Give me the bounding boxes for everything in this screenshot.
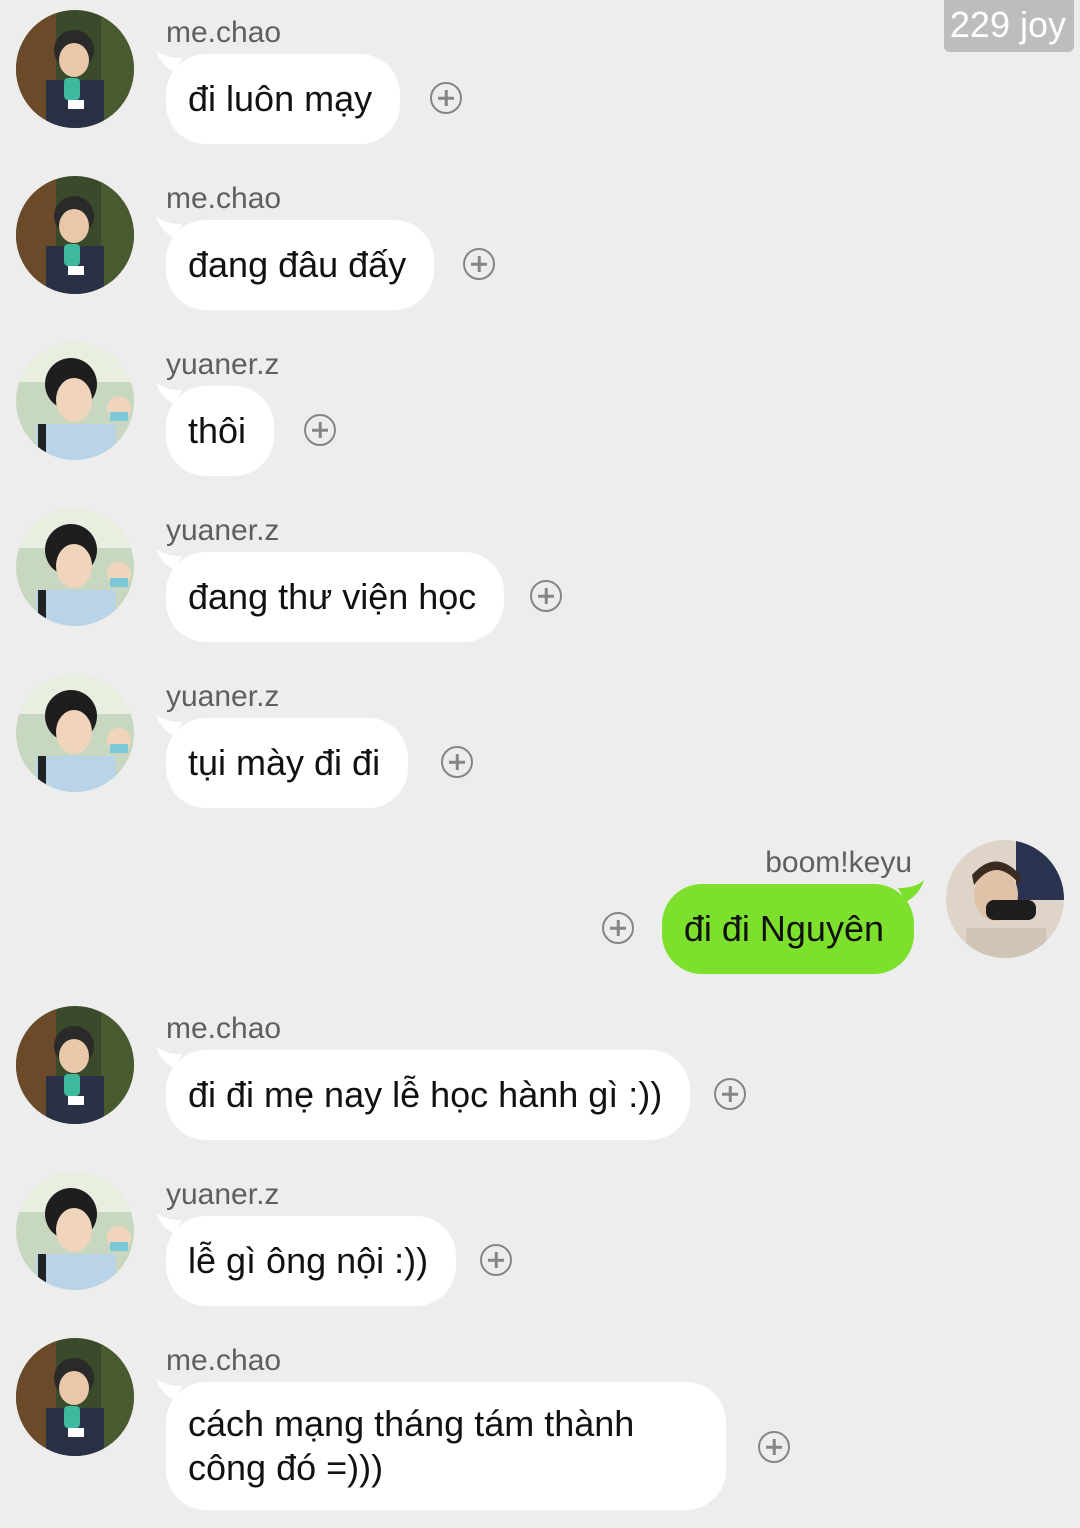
add-reaction-icon[interactable]	[304, 414, 336, 446]
message-text: tụi mày đi đi	[188, 742, 381, 783]
sender-name: yuaner.z	[166, 514, 280, 547]
bubble-tail-icon	[156, 1046, 182, 1068]
bubble-tail-icon	[156, 548, 182, 570]
avatar[interactable]	[16, 176, 134, 294]
bubble-tail-icon	[156, 1212, 182, 1234]
add-reaction-icon[interactable]	[430, 82, 462, 114]
avatar[interactable]	[16, 342, 134, 460]
sender-name: me.chao	[166, 1344, 282, 1377]
message-bubble[interactable]: đi đi mẹ nay lễ học hành gì :))	[156, 1046, 691, 1140]
add-reaction-icon[interactable]	[714, 1078, 746, 1110]
sender-name: me.chao	[166, 1012, 282, 1045]
bubble-tail-icon	[156, 50, 182, 72]
sender-name: me.chao	[166, 16, 282, 49]
bubble-tail-icon	[156, 1378, 182, 1400]
add-reaction-icon[interactable]	[530, 580, 562, 612]
sender-name: me.chao	[166, 182, 282, 215]
sender-name: yuaner.z	[166, 348, 280, 381]
message-text: đi đi mẹ nay lễ học hành gì :))	[188, 1074, 663, 1115]
bubble-tail-icon	[156, 382, 182, 404]
message-text: lễ gì ông nội :))	[188, 1240, 429, 1281]
avatar[interactable]	[16, 1172, 134, 1290]
message-text: thôi	[188, 410, 247, 451]
sender-name: yuaner.z	[166, 1178, 280, 1211]
message-bubble[interactable]: đang thư viện học	[156, 548, 505, 642]
message-bubble[interactable]: tụi mày đi đi	[156, 714, 409, 808]
add-reaction-icon[interactable]	[602, 912, 634, 944]
sender-name: boom!keyu	[765, 846, 912, 879]
add-reaction-icon[interactable]	[480, 1244, 512, 1276]
message-bubble[interactable]: lễ gì ông nội :))	[156, 1212, 457, 1306]
avatar[interactable]	[946, 840, 1064, 958]
message-bubble[interactable]: đang đâu đấy	[156, 216, 435, 310]
message-bubble[interactable]: thôi	[156, 382, 275, 476]
message-bubble[interactable]: đi đi Nguyên	[661, 880, 924, 974]
avatar[interactable]	[16, 674, 134, 792]
message-text: đi đi Nguyên	[683, 908, 884, 949]
message-bubble[interactable]: đi luôn mạy	[156, 50, 401, 144]
bubble-tail-icon	[156, 714, 182, 736]
bubble-tail-icon	[898, 880, 924, 902]
message-text: đang đâu đấy	[188, 244, 407, 285]
avatar[interactable]	[16, 508, 134, 626]
watermark: 229 joy	[943, 0, 1074, 52]
avatar[interactable]	[16, 1006, 134, 1124]
add-reaction-icon[interactable]	[463, 248, 495, 280]
message-bubble[interactable]: cách mạng tháng tám thành công đó =)))	[156, 1378, 726, 1510]
message-text: cách mạng tháng tám thành công đó =)))	[188, 1403, 635, 1488]
avatar[interactable]	[16, 1338, 134, 1456]
avatar[interactable]	[16, 10, 134, 128]
add-reaction-icon[interactable]	[441, 746, 473, 778]
message-text: đi luôn mạy	[188, 78, 373, 119]
bubble-tail-icon	[156, 216, 182, 238]
sender-name: yuaner.z	[166, 680, 280, 713]
add-reaction-icon[interactable]	[758, 1431, 790, 1463]
message-text: đang thư viện học	[188, 576, 477, 617]
